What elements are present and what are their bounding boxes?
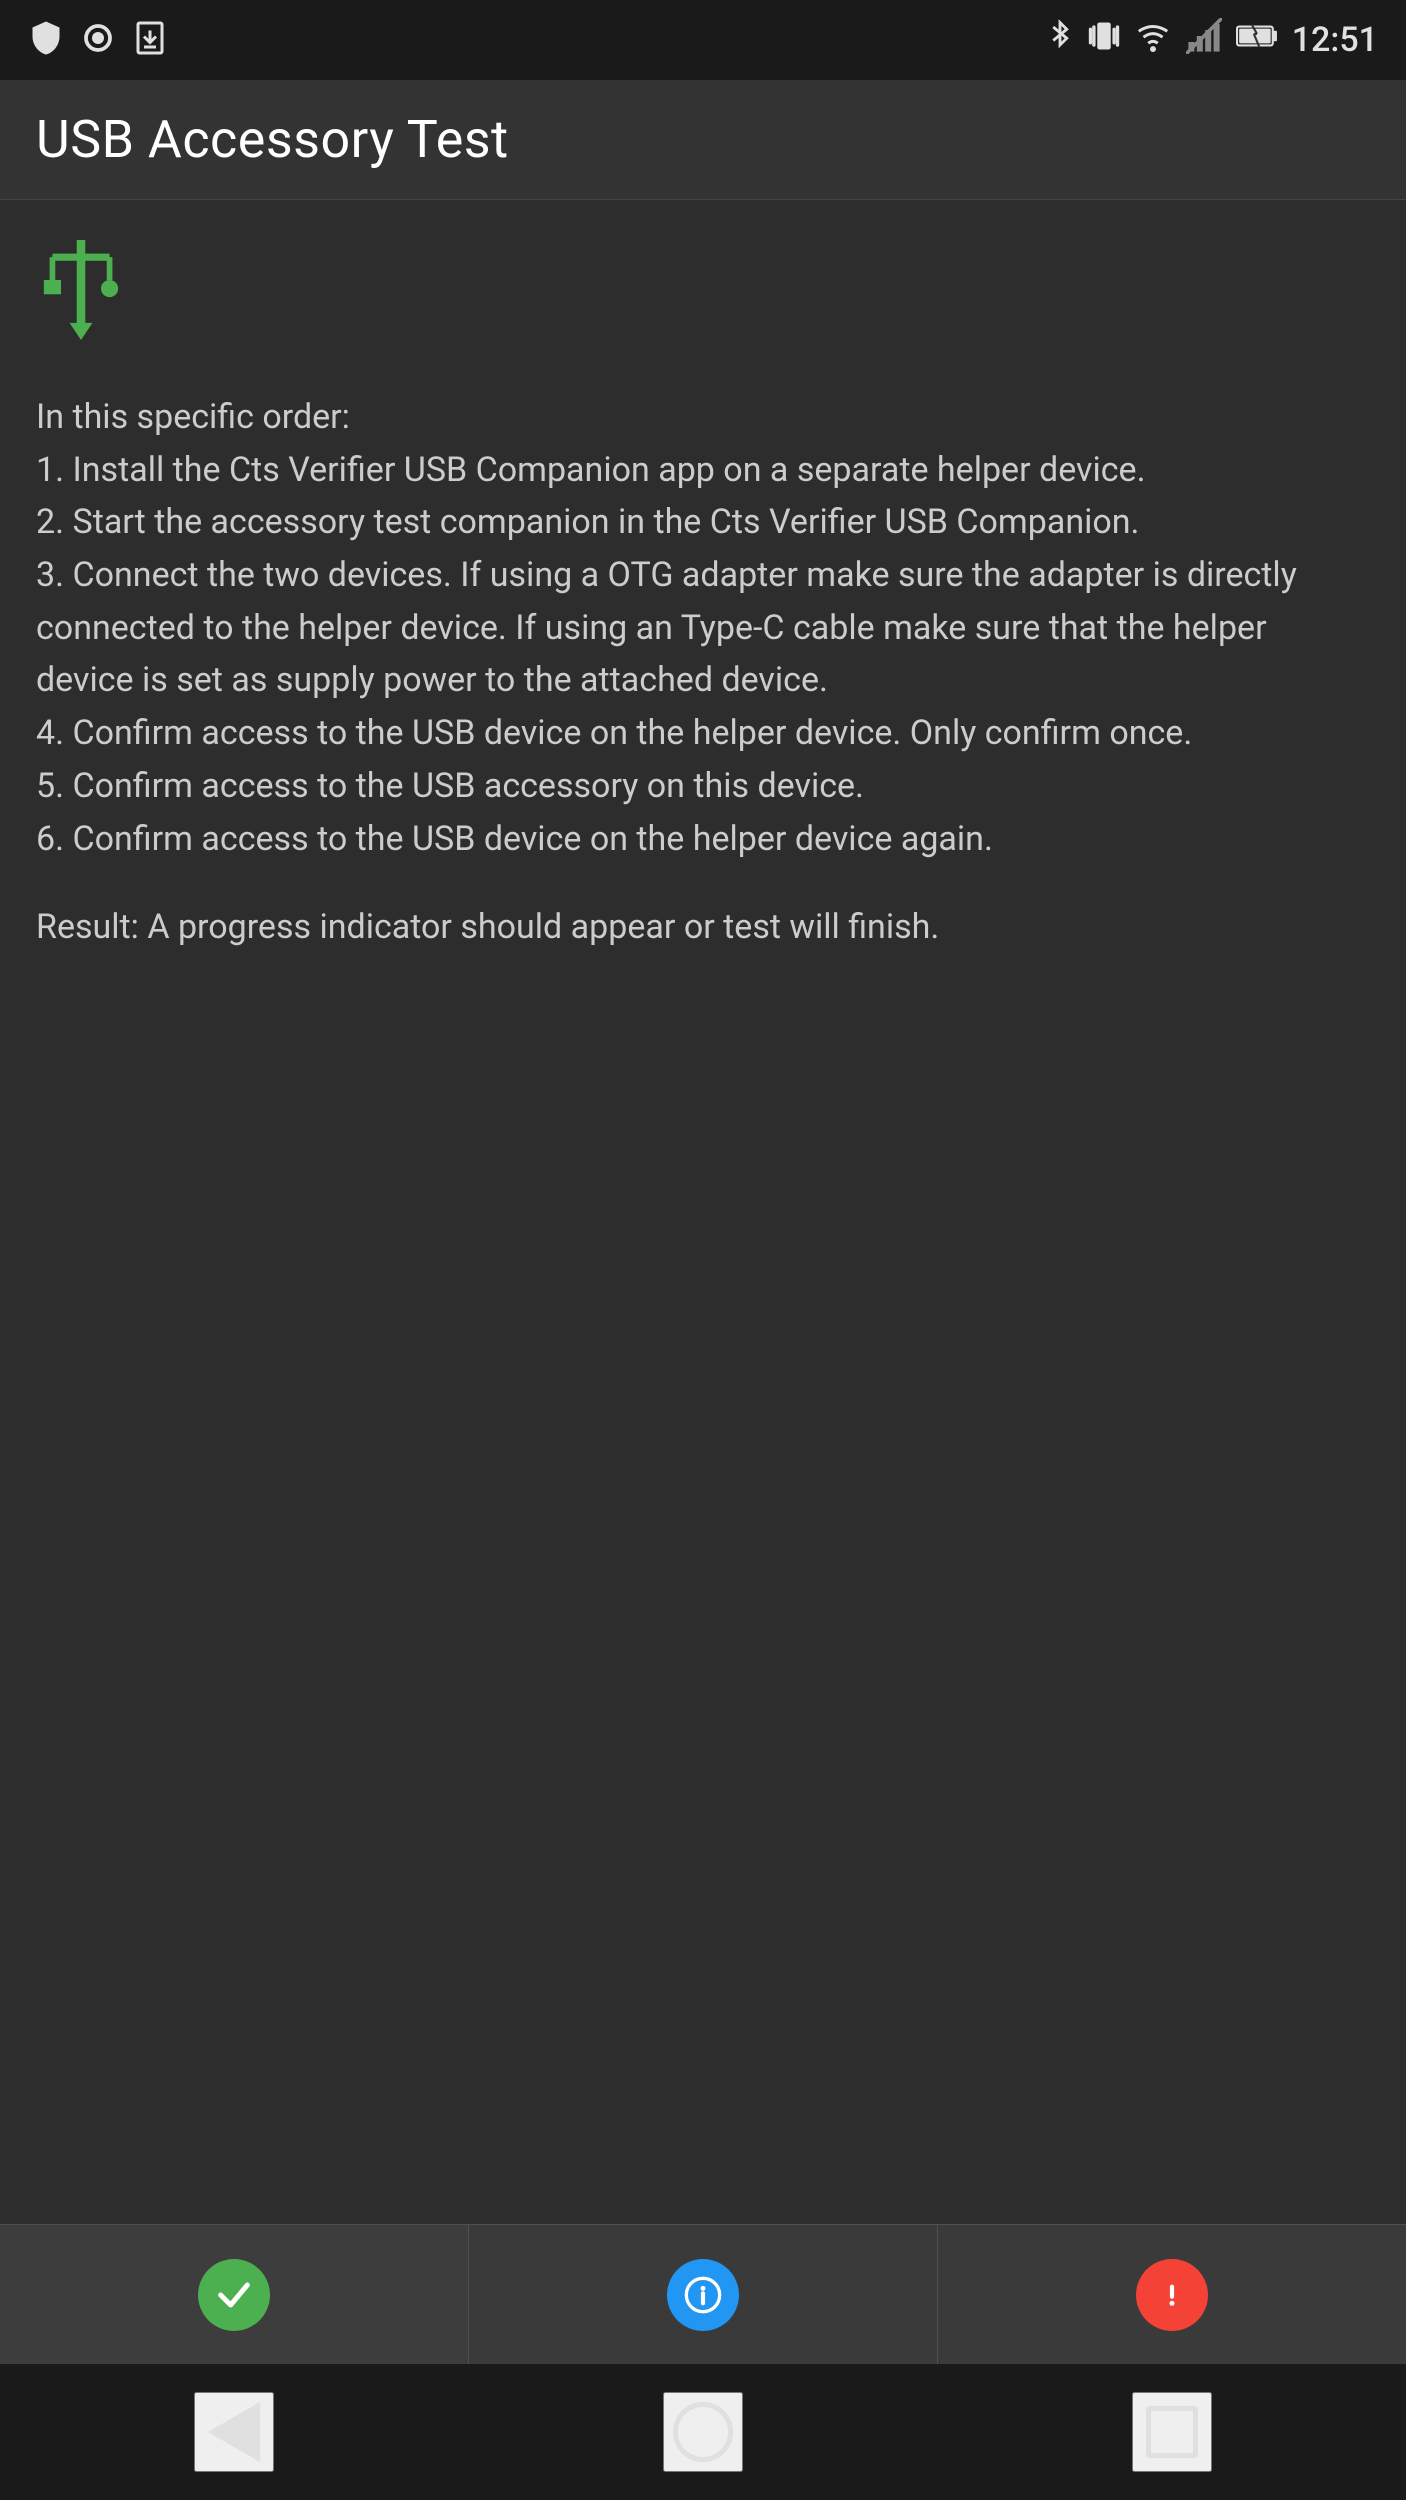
shield-icon	[28, 20, 64, 60]
instructions-text: In this specific order: 1. Install the C…	[36, 391, 1370, 865]
info-icon	[667, 2259, 739, 2331]
home-icon	[673, 2402, 733, 2462]
status-bar: 12:51	[0, 0, 1406, 80]
home-button[interactable]	[663, 2392, 743, 2472]
battery-icon	[1236, 18, 1278, 62]
fail-icon	[1136, 2259, 1208, 2331]
info-button[interactable]	[469, 2225, 938, 2364]
usb-icon	[36, 240, 1370, 355]
pass-button[interactable]	[0, 2225, 469, 2364]
wifi-icon	[1134, 18, 1172, 62]
result-text: Result: A progress indicator should appe…	[36, 901, 1370, 954]
status-bar-left-icons	[28, 20, 168, 60]
instructions-step-3: 3. Connect the two devices. If using a O…	[36, 549, 1370, 707]
title-bar: USB Accessory Test	[0, 80, 1406, 200]
fail-button[interactable]	[938, 2225, 1406, 2364]
download-icon	[132, 20, 168, 60]
bottom-action-bar	[0, 2224, 1406, 2364]
instructions-step-4: 4. Confirm access to the USB device on t…	[36, 707, 1370, 760]
pass-icon	[198, 2259, 270, 2331]
instructions-intro: In this specific order:	[36, 391, 1370, 444]
record-icon	[80, 20, 116, 60]
vibrate-icon	[1088, 18, 1120, 62]
nav-bar	[0, 2364, 1406, 2500]
main-content: In this specific order: 1. Install the C…	[0, 200, 1406, 994]
instructions-step-1: 1. Install the Cts Verifier USB Companio…	[36, 444, 1370, 497]
instructions-step-6: 6. Confirm access to the USB device on t…	[36, 813, 1370, 866]
recents-button[interactable]	[1132, 2392, 1212, 2472]
status-time: 12:51	[1292, 20, 1378, 60]
back-icon	[208, 2402, 260, 2462]
bluetooth-icon	[1046, 18, 1074, 62]
instructions-step-5: 5. Confirm access to the USB accessory o…	[36, 760, 1370, 813]
signal-off-icon	[1186, 18, 1222, 62]
instructions-step-2: 2. Start the accessory test companion in…	[36, 496, 1370, 549]
page-title: USB Accessory Test	[36, 109, 509, 170]
status-bar-right-icons: 12:51	[1046, 18, 1378, 62]
back-button[interactable]	[194, 2392, 274, 2472]
recents-icon	[1146, 2406, 1198, 2458]
